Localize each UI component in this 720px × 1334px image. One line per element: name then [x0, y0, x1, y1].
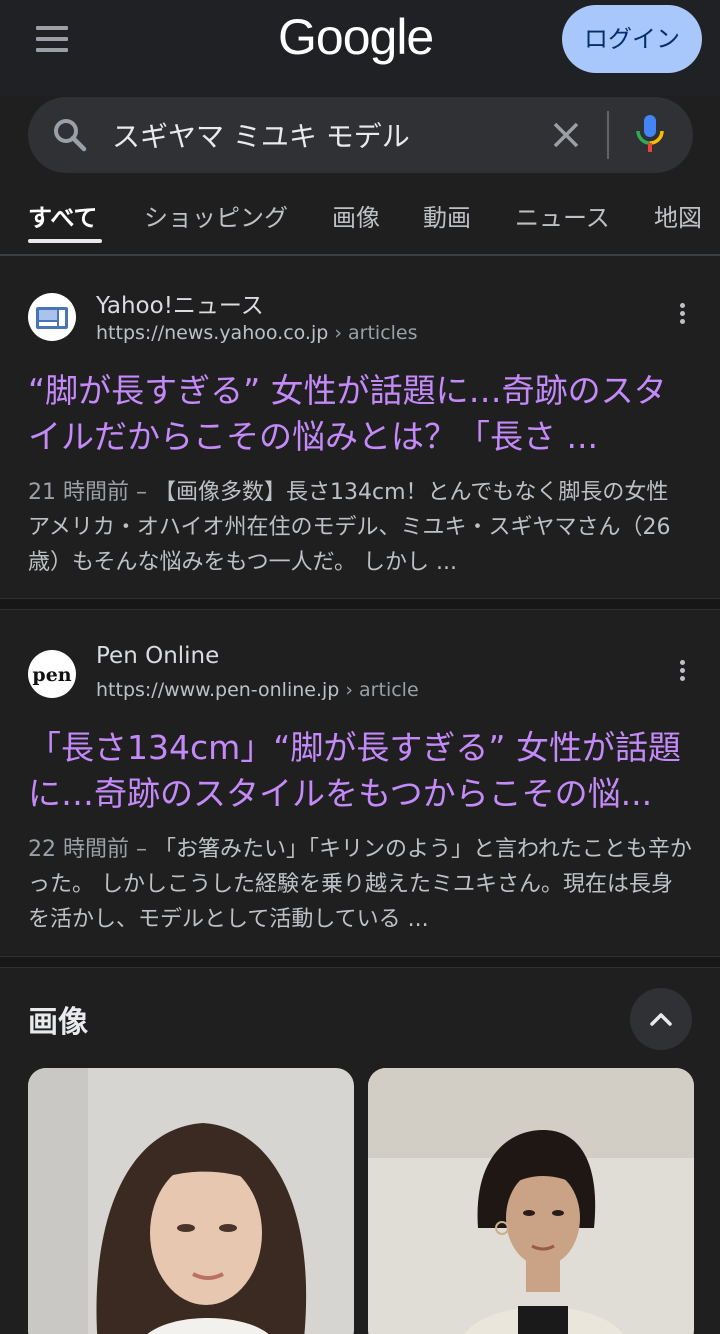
- google-logo[interactable]: Google: [278, 8, 434, 66]
- url-breadcrumb: › articles: [328, 322, 418, 344]
- image-result[interactable]: [28, 1068, 354, 1334]
- microphone-icon[interactable]: [632, 113, 668, 157]
- tab-all[interactable]: すべて: [28, 198, 97, 233]
- pen-online-favicon: pen: [28, 650, 76, 698]
- yahoo-news-favicon: [28, 293, 76, 341]
- tab-shopping[interactable]: ショッピング: [144, 198, 288, 233]
- search-divider: [607, 111, 609, 159]
- result-separator: [0, 956, 720, 968]
- url-text: https://news.yahoo.co.jp: [96, 322, 329, 344]
- woman-photo: [28, 1068, 354, 1334]
- login-button[interactable]: ログイン: [562, 5, 702, 73]
- tab-images[interactable]: 画像: [332, 198, 380, 233]
- menu-icon[interactable]: [36, 26, 70, 52]
- pen-logo-text: pen: [32, 664, 71, 686]
- result-date: 21 時間前 –: [28, 480, 147, 505]
- site-url[interactable]: https://news.yahoo.co.jp › articles: [96, 322, 418, 344]
- top-bar: Google ログイン: [0, 0, 720, 96]
- collapse-button[interactable]: [630, 988, 692, 1050]
- result-snippet: 21 時間前 – 【画像多数】長さ134cm！とんでもなく脚長の女性 アメリカ・…: [28, 475, 692, 580]
- result-date: 22 時間前 –: [28, 837, 147, 862]
- clear-icon[interactable]: [550, 119, 582, 151]
- more-options-icon[interactable]: [670, 300, 694, 336]
- search-tabs: すべて ショッピング 画像 動画 ニュース 地図: [0, 186, 720, 256]
- url-text: https://www.pen-online.jp: [96, 679, 340, 701]
- result-separator: [0, 598, 720, 610]
- active-tab-indicator: [28, 239, 102, 243]
- site-url[interactable]: https://www.pen-online.jp › article: [96, 679, 419, 701]
- tab-videos[interactable]: 動画: [423, 198, 471, 233]
- woman-photo: [368, 1068, 694, 1334]
- search-input[interactable]: スギヤマ ミユキ モデル: [112, 115, 410, 155]
- result-title-link[interactable]: 「長さ134cm」“脚が長すぎる” 女性が話題に…奇跡のスタイルをもつからこその…: [28, 725, 698, 817]
- result-snippet: 22 時間前 – 「お箸みたい」「キリンのよう」と言われたことも辛かった。 しか…: [28, 832, 692, 937]
- tab-news[interactable]: ニュース: [515, 198, 610, 233]
- more-options-icon[interactable]: [670, 657, 694, 693]
- tabs-divider: [0, 254, 720, 256]
- chevron-up-icon: [650, 1013, 672, 1026]
- image-result[interactable]: [368, 1068, 694, 1334]
- tab-maps[interactable]: 地図: [654, 198, 702, 233]
- url-breadcrumb: › article: [339, 679, 419, 701]
- search-bar[interactable]: スギヤマ ミユキ モデル: [28, 97, 693, 173]
- site-name[interactable]: Yahoo!ニュース: [96, 286, 264, 320]
- search-icon: [54, 119, 87, 152]
- result-title-link[interactable]: “脚が長すぎる” 女性が話題に…奇跡のスタイルだからこその悩みとは？「長さ ..…: [28, 368, 698, 460]
- site-name[interactable]: Pen Online: [96, 643, 219, 669]
- images-section-heading: 画像: [28, 1005, 88, 1040]
